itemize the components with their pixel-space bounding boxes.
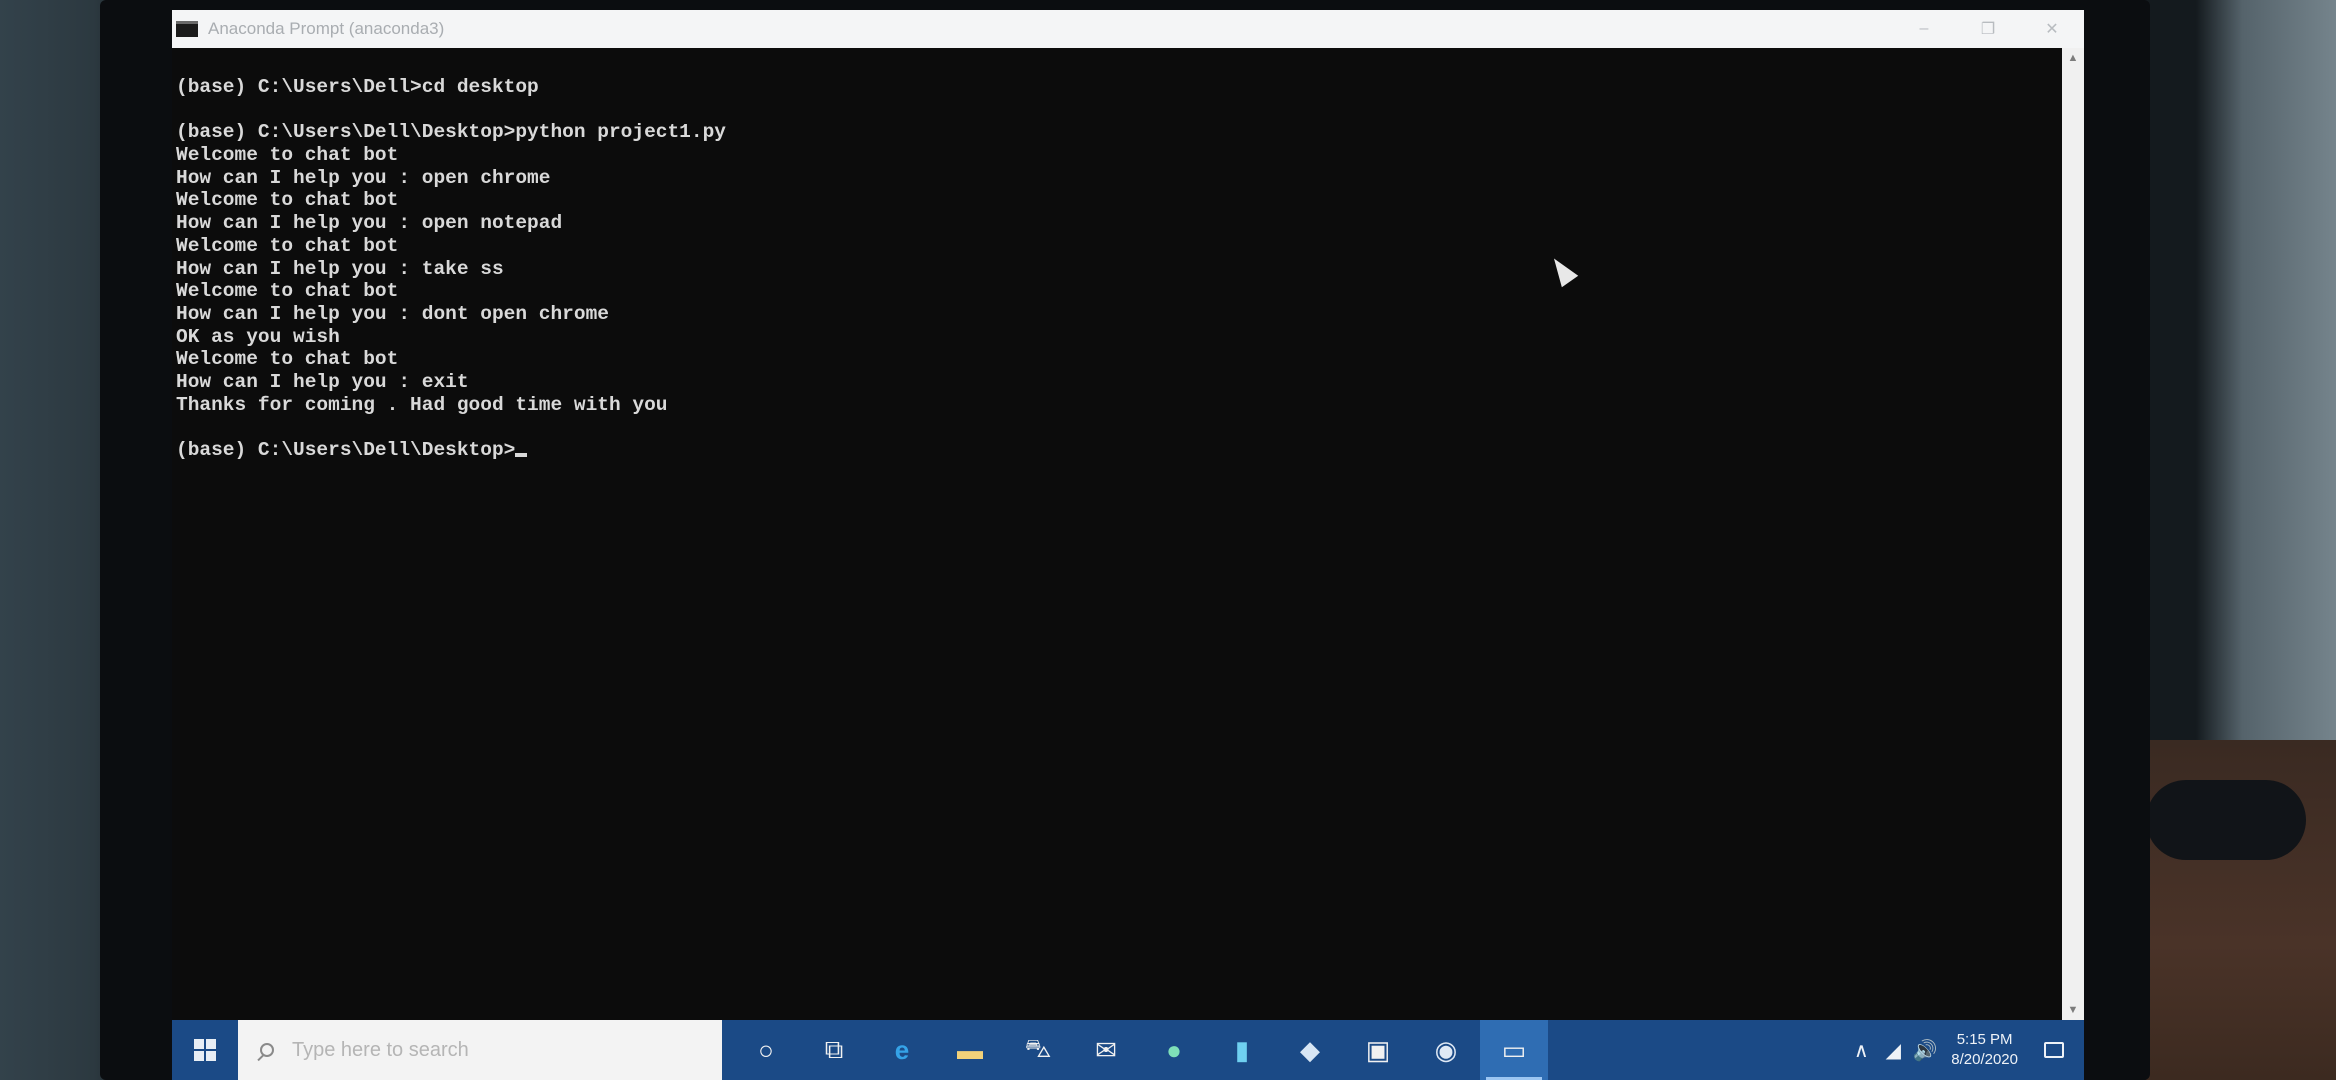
cable (2146, 780, 2306, 860)
app-icon-2[interactable]: ▮ (1208, 1020, 1276, 1080)
text-cursor (515, 453, 528, 457)
system-tray: ∧ ◢ 🔊 5:15 PM 8/20/2020 (1845, 1020, 2074, 1080)
console-app-icon (176, 21, 198, 37)
network-icon[interactable]: ◢ (1877, 1038, 1909, 1063)
app-icon-3[interactable]: ◆ (1276, 1020, 1344, 1080)
scroll-down-arrow-icon[interactable]: ▼ (2062, 1000, 2084, 1020)
mail-icon[interactable]: ✉ (1072, 1020, 1140, 1080)
console-line: How can I help you : open chrome (176, 166, 551, 189)
edge-icon[interactable]: e (868, 1020, 936, 1080)
chrome-icon[interactable]: ◉ (1412, 1020, 1480, 1080)
cortana-icon[interactable]: ○ (732, 1020, 800, 1080)
clock[interactable]: 5:15 PM 8/20/2020 (1951, 1030, 2018, 1070)
console-line: Welcome to chat bot (176, 189, 399, 212)
notification-center-button[interactable] (2034, 1042, 2074, 1058)
anaconda-prompt-icon[interactable]: ▭ (1480, 1020, 1548, 1080)
screen: Anaconda Prompt (anaconda3) – ❐ ✕ (base)… (172, 10, 2084, 1080)
anaconda-prompt-window[interactable]: Anaconda Prompt (anaconda3) – ❐ ✕ (base)… (172, 10, 2084, 1020)
console-line: How can I help you : exit (176, 370, 469, 393)
console-line: (base) C:\Users\Dell\Desktop>python proj… (176, 121, 726, 144)
volume-icon[interactable]: 🔊 (1909, 1038, 1941, 1063)
console-line: How can I help you : take ss (176, 257, 504, 280)
minimize-button[interactable]: – (1892, 10, 1956, 48)
console-line: (base) C:\Users\Dell>cd desktop (176, 76, 539, 98)
vertical-scrollbar[interactable]: ▲ ▼ (2062, 48, 2084, 1020)
store-icon[interactable]: ⛍ (1004, 1020, 1072, 1080)
search-placeholder: Type here to search (292, 1038, 469, 1061)
console-line: Welcome to chat bot (176, 348, 399, 371)
windows-logo-icon (194, 1039, 216, 1061)
file-explorer-icon[interactable]: ▬ (936, 1020, 1004, 1080)
close-button[interactable]: ✕ (2020, 10, 2084, 48)
console-line: OK as you wish (176, 325, 340, 348)
search-icon (260, 1043, 274, 1057)
console-line: Thanks for coming . Had good time with y… (176, 393, 668, 416)
prompt-text: (base) C:\Users\Dell\Desktop> (176, 439, 516, 461)
console-line: How can I help you : dont open chrome (176, 302, 609, 325)
console-output[interactable]: (base) C:\Users\Dell>cd desktop (base) C… (172, 48, 2062, 1020)
window-controls: – ❐ ✕ (1892, 10, 2084, 48)
app-icon-1[interactable]: ● (1140, 1020, 1208, 1080)
prompt-line[interactable]: (base) C:\Users\Dell\Desktop> (176, 439, 2062, 462)
start-button[interactable] (172, 1020, 238, 1080)
title-bar[interactable]: Anaconda Prompt (anaconda3) – ❐ ✕ (172, 10, 2084, 48)
maximize-button[interactable]: ❐ (1956, 10, 2020, 48)
chevron-up-icon[interactable]: ∧ (1845, 1038, 1877, 1063)
photos-icon[interactable]: ▣ (1344, 1020, 1412, 1080)
console-line: Welcome to chat bot (176, 280, 399, 303)
scroll-up-arrow-icon[interactable]: ▲ (2062, 48, 2084, 68)
window-title: Anaconda Prompt (anaconda3) (208, 19, 445, 38)
task-view-icon[interactable]: ⧉ (800, 1020, 868, 1080)
taskbar: Type here to search ○ ⧉ e ▬ ⛍ ✉ ● ▮ ◆ ▣ … (172, 1020, 2084, 1080)
console-line: How can I help you : open notepad (176, 212, 563, 235)
notification-icon (2044, 1042, 2064, 1058)
taskbar-search-box[interactable]: Type here to search (238, 1020, 722, 1080)
clock-date: 8/20/2020 (1951, 1051, 2018, 1068)
console-line: Welcome to chat bot (176, 144, 399, 167)
console-line: Welcome to chat bot (176, 234, 399, 257)
clock-time: 5:15 PM (1956, 1031, 2013, 1048)
desk (2146, 740, 2336, 1080)
pinned-apps: ○ ⧉ e ▬ ⛍ ✉ ● ▮ ◆ ▣ ◉ ▭ (732, 1020, 1548, 1080)
